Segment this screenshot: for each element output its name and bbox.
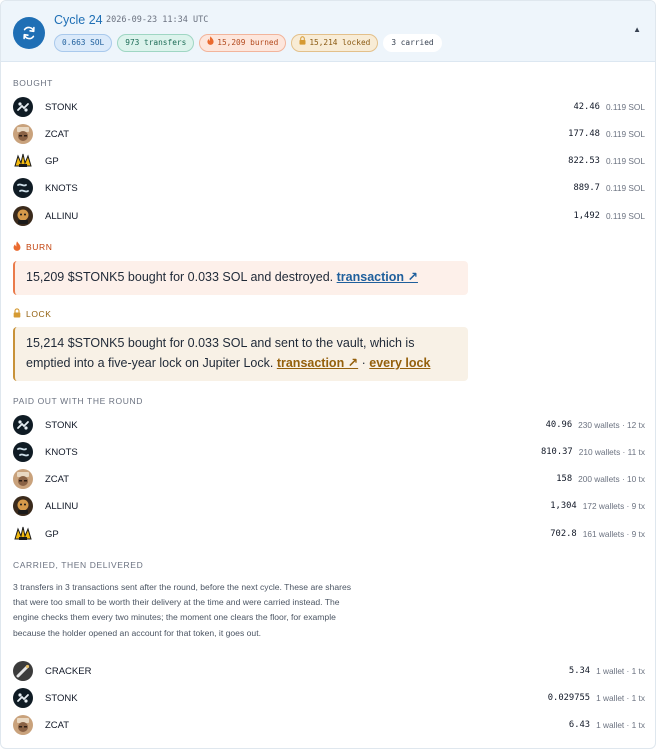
paid-section-label: PAID OUT WITH THE ROUND <box>13 396 143 406</box>
token-amount: 810.37 <box>540 447 573 457</box>
token-name: STONK <box>45 692 78 704</box>
bought-row: KNOTS 889.7 0.119 SOL <box>13 177 645 199</box>
row-meta: 210 wallets · 11 tx <box>578 447 645 457</box>
token-name: ALLINU <box>45 500 79 512</box>
lock-transaction-link[interactable]: transaction ↗ <box>277 356 358 370</box>
knots-token-avatar <box>13 178 33 198</box>
row-meta: 200 wallets · 10 tx <box>578 474 645 484</box>
token-amount: 158 <box>556 474 573 484</box>
token-name: GP <box>45 155 59 167</box>
token-amount: 5.34 <box>568 666 591 676</box>
token-name: ZCAT <box>45 719 70 731</box>
token-name: STONK <box>45 419 78 431</box>
row-meta: 0.119 SOL <box>605 102 645 112</box>
row-meta: 1 wallet · 1 tx <box>596 693 645 703</box>
locked-pill-label: 15,214 locked <box>309 38 371 47</box>
token-amount: 822.53 <box>568 156 600 166</box>
row-meta: 1 wallet · 1 tx <box>596 720 645 730</box>
bought-row: ALLINU 1,492 0.119 SOL <box>13 205 645 227</box>
gp-token-avatar <box>13 524 33 544</box>
lock-section-label: LOCK <box>13 308 52 320</box>
cycle-date: 2026-09-23 11:34 UTC <box>106 15 209 25</box>
payout-row: ZCAT 158 200 wallets · 10 tx <box>13 468 645 490</box>
token-name: CRACKER <box>45 665 92 677</box>
caret-up-icon[interactable]: ▲ <box>633 25 641 34</box>
cycle-title: Cycle 24 <box>54 13 103 27</box>
lock-callout: 15,214 $STONK5 bought for 0.033 SOL and … <box>13 327 468 381</box>
lock-label-text: LOCK <box>26 309 52 319</box>
link-separator: · <box>358 356 370 370</box>
flame-icon <box>207 35 214 51</box>
payout-row: ALLINU 1,304 172 wallets · 9 tx <box>13 495 645 517</box>
summary-pills: 0.663 SOL 973 transfers 15,209 burned 15… <box>54 34 442 52</box>
row-meta: 161 wallets · 9 tx <box>582 529 645 539</box>
token-name: ALLINU <box>45 210 79 222</box>
token-amount: 42.46 <box>573 102 600 112</box>
carried-section-label: CARRIED, THEN DELIVERED <box>13 560 144 570</box>
token-name: ZCAT <box>45 473 70 485</box>
row-meta: 0.119 SOL <box>605 211 645 221</box>
token-amount: 702.8 <box>550 529 577 539</box>
burn-section-label: BURN <box>13 241 53 253</box>
burn-text: 15,209 $STONK5 bought for 0.033 SOL and … <box>26 270 337 284</box>
row-meta: 1 wallet · 1 tx <box>596 666 645 676</box>
burn-callout: 15,209 $STONK5 bought for 0.033 SOL and … <box>13 261 468 295</box>
bought-row: STONK 42.46 0.119 SOL <box>13 96 645 118</box>
burn-label-text: BURN <box>26 242 53 252</box>
payout-row: STONK 40.96 230 wallets · 12 tx <box>13 414 645 436</box>
row-meta: 0.119 SOL <box>605 183 645 193</box>
token-amount: 889.7 <box>573 183 600 193</box>
transfers-pill: 973 transfers <box>117 34 195 52</box>
zcat-token-avatar <box>13 124 33 144</box>
token-amount: 1,304 <box>550 501 577 511</box>
row-meta: 172 wallets · 9 tx <box>582 501 645 511</box>
gp-token-avatar <box>13 151 33 171</box>
cracker-token-avatar <box>13 661 33 681</box>
carried-row: CRACKER 5.34 1 wallet · 1 tx <box>13 660 645 682</box>
burned-pill: 15,209 burned <box>199 34 287 52</box>
stonk-token-avatar <box>13 415 33 435</box>
sol-pill: 0.663 SOL <box>54 34 113 52</box>
token-amount: 40.96 <box>545 420 573 430</box>
stonk-token-avatar <box>13 688 33 708</box>
lock-icon <box>299 35 306 51</box>
payout-row: GP 702.8 161 wallets · 9 tx <box>13 523 645 545</box>
locked-pill: 15,214 locked <box>291 34 379 52</box>
token-name: GP <box>45 528 59 540</box>
payout-row: KNOTS 810.37 210 wallets · 11 tx <box>13 441 645 463</box>
flame-icon <box>13 241 21 253</box>
zcat-token-avatar <box>13 715 33 735</box>
token-amount: 0.029755 <box>547 693 591 703</box>
knots-token-avatar <box>13 442 33 462</box>
bought-row: GP 822.53 0.119 SOL <box>13 150 645 172</box>
carried-row: ZCAT 6.43 1 wallet · 1 tx <box>13 714 645 736</box>
row-meta: 0.119 SOL <box>605 156 645 166</box>
row-meta: 230 wallets · 12 tx <box>578 420 645 430</box>
carried-pill: 3 carried <box>383 34 442 52</box>
token-amount: 1,492 <box>573 211 600 221</box>
row-meta: 0.119 SOL <box>605 129 645 139</box>
token-amount: 6.43 <box>568 720 591 730</box>
zcat-token-avatar <box>13 469 33 489</box>
token-name: KNOTS <box>45 446 78 458</box>
token-name: KNOTS <box>45 182 78 194</box>
bought-row: ZCAT 177.48 0.119 SOL <box>13 123 645 145</box>
bought-section-label: BOUGHT <box>13 78 53 88</box>
token-amount: 177.48 <box>568 129 600 139</box>
burn-transaction-link[interactable]: transaction ↗ <box>337 270 418 284</box>
allinu-token-avatar <box>13 496 33 516</box>
refresh-cycle-icon <box>13 17 45 49</box>
allinu-token-avatar <box>13 206 33 226</box>
cycle-card: Cycle 24 2026-09-23 11:34 UTC 0.663 SOL … <box>0 0 656 749</box>
cycle-header[interactable]: Cycle 24 2026-09-23 11:34 UTC 0.663 SOL … <box>1 1 655 62</box>
every-lock-link[interactable]: every lock <box>369 356 430 370</box>
carried-note: 3 transfers in 3 transactions sent after… <box>13 582 352 638</box>
token-name: ZCAT <box>45 128 70 140</box>
burned-pill-label: 15,209 burned <box>217 38 279 47</box>
carried-row: STONK 0.029755 1 wallet · 1 tx <box>13 687 645 709</box>
stonk-token-avatar <box>13 97 33 117</box>
lock-icon <box>13 308 21 320</box>
token-name: STONK <box>45 101 78 113</box>
